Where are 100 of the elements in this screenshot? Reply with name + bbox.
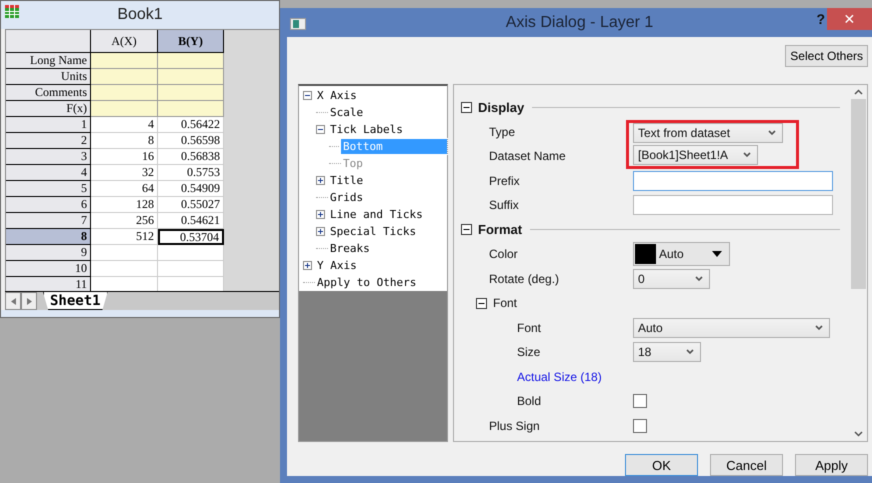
- table-cell: [158, 68, 224, 85]
- table-cell: 0.5753: [158, 164, 224, 181]
- tree-toggle-icon[interactable]: [316, 125, 328, 134]
- sheet-tab[interactable]: Sheet1: [43, 292, 108, 310]
- caret-icon: [695, 276, 703, 282]
- row-header[interactable]: 3: [6, 148, 91, 165]
- dropdown[interactable]: Text from dataset: [633, 123, 783, 144]
- row-header[interactable]: Long Name: [6, 52, 91, 69]
- left-arrow-icon: [10, 298, 16, 305]
- tree-toggle-icon[interactable]: [316, 227, 328, 236]
- table-cell: 512: [91, 228, 158, 245]
- row-header[interactable]: 1: [6, 116, 91, 133]
- field-label: Bold: [517, 394, 542, 408]
- table-cell: [158, 244, 224, 261]
- table-cell: [158, 84, 224, 101]
- scroll-down-icon[interactable]: [854, 431, 863, 437]
- table-cell: 0.55027: [158, 196, 224, 213]
- table-cell: 0.54621: [158, 212, 224, 229]
- input-field[interactable]: [633, 195, 833, 216]
- dropdown[interactable]: 0: [633, 268, 710, 289]
- scroll-up-icon[interactable]: [854, 89, 863, 95]
- tree-item[interactable]: X Axis: [315, 88, 447, 103]
- close-button[interactable]: ✕: [827, 8, 872, 30]
- row-header[interactable]: 11: [6, 276, 91, 292]
- table-cell: 0.54909: [158, 180, 224, 197]
- scroll-right-button[interactable]: [21, 292, 37, 310]
- table-cell: 0.56598: [158, 132, 224, 149]
- tree-item[interactable]: Scale: [328, 105, 447, 120]
- color-dropdown[interactable]: Auto: [633, 242, 730, 266]
- checkbox[interactable]: [633, 418, 647, 433]
- table-cell: [158, 100, 224, 117]
- table-cell: 0.56838: [158, 148, 224, 165]
- tree-toggle-icon[interactable]: [316, 210, 328, 219]
- grid-icon: [5, 5, 19, 18]
- row-header[interactable]: 10: [6, 260, 91, 277]
- tree-item[interactable]: Grids: [328, 190, 447, 205]
- field-label: Rotate (deg.): [489, 272, 560, 286]
- caret-icon: [768, 130, 776, 136]
- help-button[interactable]: ?: [816, 11, 825, 27]
- row-header[interactable]: 6: [6, 196, 91, 213]
- field-label: Font: [517, 320, 542, 335]
- table-cell: [91, 84, 158, 101]
- dropdown[interactable]: 18: [633, 342, 701, 362]
- field-label: Dataset Name: [489, 149, 566, 164]
- tree-item[interactable]: Apply to Others: [315, 275, 447, 290]
- table-cell: [158, 52, 224, 69]
- field-label: Plus Sign: [489, 418, 540, 433]
- table-cell: [91, 100, 158, 117]
- field-label: Size: [517, 345, 540, 360]
- row-header[interactable]: F(x): [6, 100, 91, 117]
- row-header[interactable]: 7: [6, 212, 91, 229]
- dropdown[interactable]: [Book1]Sheet1!A: [633, 144, 758, 165]
- column-header[interactable]: A(X): [91, 30, 158, 53]
- dialog-button[interactable]: Cancel: [710, 454, 783, 476]
- table-cell: 4: [91, 116, 158, 133]
- row-header[interactable]: Units: [6, 68, 91, 85]
- row-header[interactable]: Comments: [6, 84, 91, 101]
- tree-toggle-icon[interactable]: [303, 91, 315, 100]
- tree-item[interactable]: Y Axis: [315, 258, 447, 273]
- row-header[interactable]: 5: [6, 180, 91, 197]
- section-title: Display: [478, 100, 524, 115]
- dialog-button[interactable]: Apply: [795, 454, 868, 476]
- caret-icon: [815, 324, 823, 331]
- table-cell: [91, 52, 158, 69]
- row-header[interactable]: 4: [6, 164, 91, 181]
- tree-item[interactable]: Line and Ticks: [328, 207, 447, 222]
- field-label: Prefix: [489, 174, 520, 188]
- collapse-icon[interactable]: [476, 298, 487, 309]
- caret-icon: [712, 251, 722, 258]
- actual-size-link[interactable]: Actual Size (18): [517, 370, 602, 384]
- tree-item[interactable]: Breaks: [328, 241, 447, 256]
- dropdown[interactable]: Auto: [633, 318, 830, 338]
- tree-item[interactable]: Special Ticks: [328, 224, 447, 239]
- collapse-icon[interactable]: [461, 102, 472, 113]
- table-cell: 128: [91, 196, 158, 213]
- tree-toggle-icon[interactable]: [303, 261, 315, 270]
- tree-item[interactable]: Tick Labels: [328, 122, 447, 137]
- tree-toggle-icon[interactable]: [316, 176, 328, 185]
- field-label: Type: [489, 124, 516, 139]
- dialog-button[interactable]: OK: [625, 454, 698, 476]
- group-label: Font: [493, 296, 518, 310]
- scroll-left-button[interactable]: [5, 292, 21, 310]
- table-cell: [91, 68, 158, 85]
- table-cell: 0.53704: [158, 228, 224, 245]
- right-arrow-icon: [26, 298, 32, 305]
- table-cell: [158, 260, 224, 277]
- table-cell: 8: [91, 132, 158, 149]
- table-cell: [91, 260, 158, 277]
- window-icon: [290, 18, 306, 30]
- caret-icon: [686, 349, 694, 356]
- row-header[interactable]: 9: [6, 244, 91, 261]
- row-header[interactable]: 8: [6, 228, 91, 245]
- caret-icon: [743, 152, 751, 158]
- row-header[interactable]: 2: [6, 132, 91, 149]
- collapse-icon[interactable]: [461, 224, 472, 236]
- tree-item[interactable]: Title: [328, 173, 447, 188]
- column-header[interactable]: B(Y): [158, 30, 224, 53]
- input-field[interactable]: [633, 170, 833, 191]
- select-others-button[interactable]: Select Others: [785, 45, 868, 67]
- checkbox[interactable]: [633, 394, 647, 408]
